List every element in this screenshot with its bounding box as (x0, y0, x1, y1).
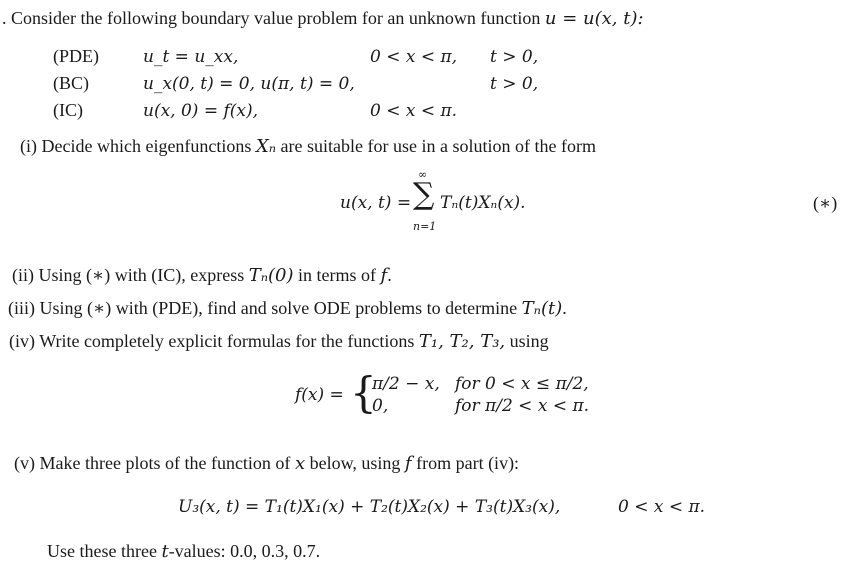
case-1-condition: for 0 < x ≤ π/2, (455, 374, 589, 394)
part-v: (v) Make three plots of the function of … (14, 453, 519, 474)
part-i-text: Decide which eigenfunctions (41, 136, 252, 156)
series-term: Tₙ(t)Xₙ(x). (440, 193, 526, 213)
part-iv: (iv) Write completely explicit formulas … (9, 331, 549, 352)
u3-domain: 0 < x < π. (618, 497, 706, 517)
part-v-text-end: from part (iv): (416, 453, 520, 473)
t-values-line: Use these three t-values: 0.0, 0.3, 0.7. (47, 541, 320, 562)
part-ii-end: . (387, 265, 392, 285)
t-values-text: Use these three (47, 541, 157, 561)
part-v-math: x (294, 453, 306, 474)
item-number-dot: . (2, 8, 7, 28)
sum-lower-limit: n=1 (413, 220, 437, 233)
intro-math: u = u(x, t): (544, 8, 644, 29)
bc-equation: u_x(0, t) = 0, u(π, t) = 0, (143, 74, 355, 94)
part-v-math2: f (404, 453, 412, 474)
equation-tag: (∗) (813, 193, 838, 213)
part-iv-math: T₁, T₂, T₃, (418, 331, 506, 352)
part-i-text-after: are suitable for use in a solution of th… (280, 136, 596, 156)
part-i-label: (i) (20, 136, 37, 156)
part-ii-math: Tₙ(0) (248, 265, 294, 286)
part-iv-label: (iv) (9, 331, 35, 351)
part-ii-text: Using (∗) with (IC), express (38, 265, 245, 285)
problem-intro: . Consider the following boundary value … (2, 8, 644, 29)
ic-label: (IC) (53, 100, 83, 120)
bc-label: (BC) (53, 73, 89, 93)
part-iii-math: Tₙ(t) (521, 298, 563, 319)
pde-label: (PDE) (53, 46, 99, 66)
part-ii-text-after: in terms of (298, 265, 377, 285)
pde-domain-t: t > 0, (490, 47, 539, 67)
part-i: (i) Decide which eigenfunctions Xₙ are s… (20, 136, 596, 157)
series-lhs: u(x, t) = (340, 193, 412, 213)
t-values-math: t (161, 541, 169, 562)
piecewise-lhs: f(x) = (295, 385, 344, 405)
part-iii-text: Using (∗) with (PDE), find and solve ODE… (39, 298, 518, 318)
case-1-value: π/2 − x, (372, 374, 440, 394)
part-iii-label: (iii) (8, 298, 35, 318)
u3-equation: U₃(x, t) = T₁(t)X₁(x) + T₂(t)X₂(x) + T₃(… (178, 497, 561, 517)
case-2-condition: for π/2 < x < π. (455, 396, 590, 416)
pde-equation: u_t = u_xx, (143, 47, 239, 67)
bc-domain-t: t > 0, (490, 74, 539, 94)
ic-equation: u(x, 0) = f(x), (143, 101, 259, 121)
sum-symbol: ∑ (413, 177, 435, 212)
part-v-text-after: below, using (309, 453, 401, 473)
intro-text: Consider the following boundary value pr… (11, 8, 541, 28)
part-iii: (iii) Using (∗) with (PDE), find and sol… (8, 298, 567, 319)
ic-domain-x: 0 < x < π. (370, 101, 458, 121)
part-iii-end: . (562, 298, 567, 318)
part-v-text: Make three plots of the function of (39, 453, 291, 473)
part-iv-text-after: using (509, 331, 549, 351)
t-values-list: -values: 0.0, 0.3, 0.7. (168, 541, 321, 561)
part-ii: (ii) Using (∗) with (IC), express Tₙ(0) … (12, 265, 392, 286)
part-ii-label: (ii) (12, 265, 34, 285)
part-i-math: Xₙ (255, 136, 277, 157)
part-iv-text: Write completely explicit formulas for t… (39, 331, 415, 351)
pde-domain-x: 0 < x < π, (370, 47, 458, 67)
part-v-label: (v) (14, 453, 35, 473)
case-2-value: 0, (372, 396, 389, 416)
